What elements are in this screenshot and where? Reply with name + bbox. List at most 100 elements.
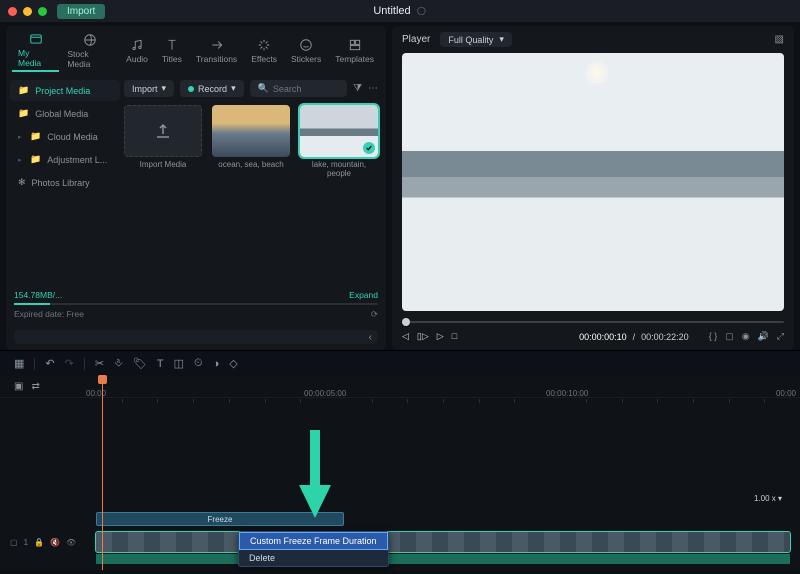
color-icon[interactable]: ◑ bbox=[213, 358, 220, 370]
document-title: Untitled bbox=[373, 5, 426, 17]
layout-icon[interactable]: ▦ bbox=[14, 357, 24, 370]
media-icon bbox=[29, 32, 43, 46]
text-tool-icon[interactable]: T bbox=[157, 358, 164, 370]
sidebar-item-cloud-media[interactable]: ▸ 📁 Cloud Media bbox=[10, 126, 120, 147]
expand-icon[interactable]: ▸ bbox=[18, 156, 26, 164]
tab-label: Transitions bbox=[196, 54, 237, 64]
crop-icon[interactable]: ◫ bbox=[174, 357, 184, 370]
menu-item-custom-freeze-duration[interactable]: Custom Freeze Frame Duration bbox=[239, 532, 388, 550]
ruler-label: 00:00 bbox=[776, 389, 796, 398]
playhead[interactable] bbox=[102, 376, 103, 570]
play-button[interactable]: ▷ bbox=[437, 331, 444, 342]
audio-waveform[interactable] bbox=[96, 554, 790, 564]
storage-indicator: 154.78MB/... Expand Expired date: Free ⟳ bbox=[14, 290, 378, 324]
fullscreen-icon[interactable]: ⤢ bbox=[777, 331, 784, 342]
media-action-bar: Import ▾ Record ▾ 🔍 Search ⧩ ⋯ bbox=[124, 80, 378, 97]
search-input[interactable]: 🔍 Search bbox=[250, 80, 347, 97]
link-icon[interactable]: ⇄ bbox=[31, 381, 39, 392]
volume-icon[interactable]: 🔊 bbox=[758, 331, 769, 342]
titlebar: Import Untitled bbox=[0, 0, 800, 22]
refresh-icon[interactable]: ⟳ bbox=[371, 309, 378, 320]
minimize-window-icon[interactable] bbox=[23, 7, 32, 16]
video-clip[interactable] bbox=[96, 532, 790, 552]
annotation-arrow bbox=[297, 430, 333, 523]
thumb-label: ocean, sea, beach bbox=[218, 161, 283, 170]
media-thumbnails: Import Media ocean, sea, beach lake, mou… bbox=[124, 105, 378, 179]
record-dropdown[interactable]: Record ▾ bbox=[180, 80, 244, 97]
playback-scrubber[interactable] bbox=[402, 317, 784, 327]
trim-icon[interactable]: ⎀ bbox=[114, 357, 123, 370]
tab-transitions[interactable]: Transitions bbox=[190, 36, 243, 66]
tab-label: Templates bbox=[335, 54, 374, 64]
step-back-button[interactable]: ▯▷ bbox=[417, 331, 429, 342]
chevron-left-icon: ‹ bbox=[369, 332, 372, 343]
timecode-display: 00:00:00:10 / 00:00:22:20 bbox=[579, 332, 689, 342]
folder-icon: 📁 bbox=[18, 108, 29, 119]
snapshot-icon[interactable]: ▧ bbox=[775, 34, 784, 45]
redo-icon[interactable]: ↷ bbox=[65, 357, 74, 370]
storage-expiry-label: Expired date: Free bbox=[14, 309, 84, 320]
record-label: Record bbox=[198, 84, 227, 94]
expand-icon[interactable]: ▸ bbox=[18, 133, 26, 141]
close-window-icon[interactable] bbox=[8, 7, 17, 16]
menu-item-delete[interactable]: Delete bbox=[239, 550, 388, 566]
prev-frame-button[interactable]: ◁ bbox=[402, 331, 409, 342]
sidebar-item-project-media[interactable]: 📁 Project Media bbox=[10, 80, 120, 101]
timeline-ruler[interactable]: ▣ ⇄ 00:00 00:00:05:00 00:00:10:00 00:00 bbox=[0, 376, 800, 398]
display-icon[interactable]: ▢ bbox=[725, 331, 734, 342]
speed-icon[interactable]: ⏲ bbox=[194, 357, 203, 370]
media-grid-area: Import ▾ Record ▾ 🔍 Search ⧩ ⋯ bbox=[120, 74, 386, 290]
more-icon[interactable]: ⋯ bbox=[368, 83, 378, 94]
scrubber-handle[interactable] bbox=[402, 318, 410, 326]
tab-my-media[interactable]: My Media bbox=[12, 30, 59, 72]
mute-icon[interactable]: 🔇 bbox=[50, 538, 60, 547]
preview-content bbox=[585, 61, 609, 85]
lock-icon[interactable]: 🔒 bbox=[34, 538, 44, 547]
freeze-clip-label: Freeze bbox=[208, 515, 233, 524]
sparkle-icon bbox=[257, 38, 271, 52]
cut-icon[interactable]: ✂ bbox=[95, 357, 104, 370]
camera-icon[interactable]: ◉ bbox=[742, 331, 750, 342]
transition-icon bbox=[210, 38, 224, 52]
keyframe-icon[interactable]: ◇ bbox=[229, 357, 237, 370]
stop-button[interactable]: □ bbox=[452, 331, 457, 342]
quality-dropdown[interactable]: Full Quality ▾ bbox=[440, 32, 512, 47]
import-dropdown[interactable]: Import ▾ bbox=[124, 80, 174, 97]
markers-icon[interactable]: { } bbox=[709, 331, 718, 342]
tab-label: Stickers bbox=[291, 54, 321, 64]
media-thumb-ocean[interactable]: ocean, sea, beach bbox=[212, 105, 290, 179]
import-button[interactable]: Import bbox=[57, 4, 105, 19]
sidebar-item-photos-library[interactable]: ✻ Photos Library bbox=[10, 172, 120, 193]
sidebar-item-global-media[interactable]: 📁 Global Media bbox=[10, 103, 120, 124]
track-toggle-icon[interactable]: ▢ bbox=[10, 538, 18, 547]
undo-icon[interactable]: ↶ bbox=[45, 357, 54, 370]
tab-audio[interactable]: Audio bbox=[120, 36, 154, 66]
visibility-icon[interactable]: 👁 bbox=[66, 538, 76, 547]
folder-icon: 📁 bbox=[18, 85, 29, 96]
chevron-down-icon: ▾ bbox=[778, 494, 782, 503]
maximize-window-icon[interactable] bbox=[38, 7, 47, 16]
tab-effects[interactable]: Effects bbox=[245, 36, 283, 66]
sidebar-item-adjustment-layer[interactable]: ▸ 📁 Adjustment L... bbox=[10, 149, 120, 170]
track-options-icon[interactable]: ▣ bbox=[14, 381, 23, 392]
quality-label: Full Quality bbox=[448, 35, 493, 45]
import-media-tile[interactable]: Import Media bbox=[124, 105, 202, 179]
media-thumb-lake[interactable]: lake, mountain, people bbox=[300, 105, 378, 179]
tab-titles[interactable]: Titles bbox=[156, 36, 188, 66]
window-controls bbox=[8, 7, 47, 16]
import-label: Import bbox=[132, 84, 158, 94]
title-text: Untitled bbox=[373, 5, 410, 17]
tab-stock-media[interactable]: Stock Media bbox=[61, 31, 118, 71]
collapse-sidebar-button[interactable]: ‹ bbox=[14, 330, 378, 344]
record-indicator-icon bbox=[188, 86, 194, 92]
tab-templates[interactable]: Templates bbox=[329, 36, 380, 66]
clip-speed-label[interactable]: 1.00 x ▾ bbox=[754, 494, 782, 503]
storage-expand-link[interactable]: Expand bbox=[349, 290, 378, 300]
cloud-sync-icon bbox=[417, 6, 427, 16]
media-source-list: 📁 Project Media 📁 Global Media ▸ 📁 Cloud… bbox=[6, 74, 120, 290]
tab-stickers[interactable]: Stickers bbox=[285, 36, 327, 66]
preview-viewport[interactable] bbox=[402, 53, 784, 311]
filter-icon[interactable]: ⧩ bbox=[353, 83, 362, 94]
search-placeholder: Search bbox=[273, 84, 302, 94]
tag-icon[interactable]: 🏷 bbox=[133, 357, 147, 370]
